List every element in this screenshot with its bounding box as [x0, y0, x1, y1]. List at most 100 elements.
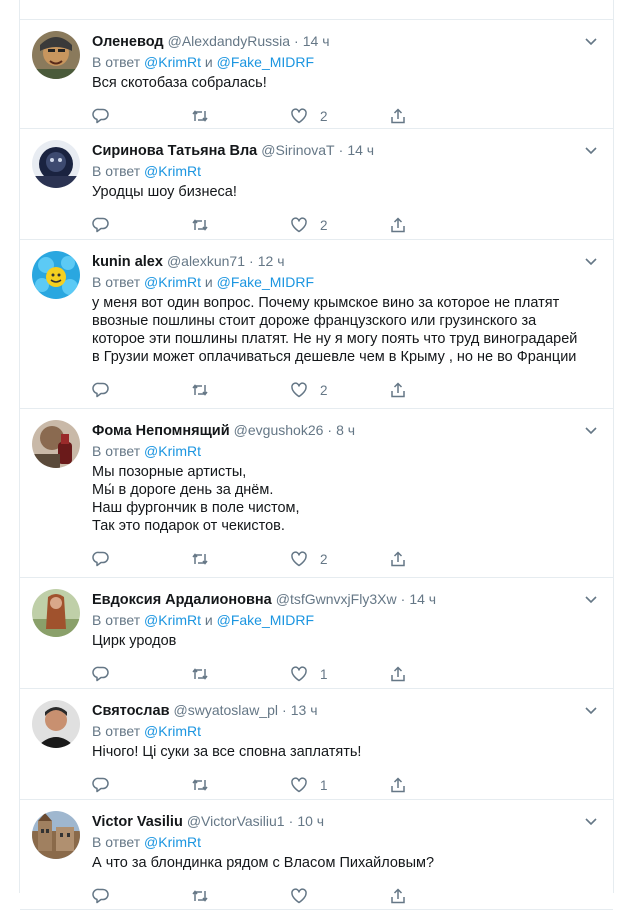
retweet-icon [192, 384, 208, 396]
share-button[interactable] [389, 380, 407, 400]
reply-mention[interactable]: @Fake_MIDRF [217, 612, 314, 628]
author-name[interactable]: kunin alex [92, 254, 163, 270]
like-count: 2 [320, 217, 328, 233]
author-handle[interactable]: @swyatoslaw_pl [174, 702, 278, 718]
like-count: 1 [320, 666, 328, 682]
author-handle[interactable]: @SirinovaT [261, 142, 334, 158]
reply-mention[interactable]: @Fake_MIDRF [217, 54, 314, 70]
chevron-down-icon[interactable] [583, 591, 599, 607]
author-name[interactable]: Оленевод [92, 34, 164, 50]
avatar[interactable] [32, 700, 80, 748]
tweet-actions: 2 [92, 545, 597, 579]
retweet-button[interactable] [191, 549, 209, 569]
tweet-time[interactable]: 13 ч [291, 702, 318, 718]
chevron-down-icon[interactable] [583, 33, 599, 49]
tweet-header: Сиринова Татьяна Вла @SirinovaT · 14 ч [92, 141, 597, 159]
reply-context: В ответ @KrimRt и @Fake_MIDRF [92, 53, 597, 71]
author-handle[interactable]: @evgushok26 [234, 422, 324, 438]
reply-button[interactable] [92, 380, 110, 400]
tweet-item[interactable]: kunin alex @alexkun71 · 12 ч В ответ @Kr… [20, 240, 613, 409]
share-icon [391, 382, 405, 398]
retweet-button[interactable] [191, 380, 209, 400]
retweet-button[interactable] [191, 106, 209, 126]
tweet-time[interactable]: 12 ч [258, 253, 285, 269]
tweet-item[interactable]: Фома Непомнящий @evgushok26 · 8 ч В отве… [20, 409, 613, 578]
author-handle[interactable]: @alexkun71 [167, 253, 245, 269]
reply-prefix: В ответ [92, 54, 141, 70]
chevron-down-icon[interactable] [583, 253, 599, 269]
like-button[interactable]: 2 [290, 106, 328, 126]
avatar[interactable] [32, 251, 80, 299]
share-button[interactable] [389, 549, 407, 569]
avatar[interactable] [32, 140, 80, 188]
chevron-down-icon[interactable] [583, 702, 599, 718]
retweet-button[interactable] [191, 775, 209, 795]
share-icon [391, 217, 405, 233]
like-button[interactable]: 2 [290, 380, 328, 400]
reply-mention[interactable]: @KrimRt [144, 612, 201, 628]
chevron-down-icon[interactable] [583, 813, 599, 829]
tweet-header: Евдоксия Ардалионовна @tsfGwnvxjFly3Xw ·… [92, 590, 597, 608]
like-button[interactable]: 1 [290, 775, 328, 795]
tweet-item[interactable]: Евдоксия Ардалионовна @tsfGwnvxjFly3Xw ·… [20, 578, 613, 689]
reply-button[interactable] [92, 664, 110, 684]
chevron-down-icon[interactable] [583, 142, 599, 158]
share-button[interactable] [389, 106, 407, 126]
reply-mention[interactable]: @KrimRt [144, 54, 201, 70]
reply-button[interactable] [92, 106, 110, 126]
author-handle[interactable]: @VictorVasiliu1 [187, 813, 285, 829]
reply-icon [92, 382, 109, 398]
tweet-text: Нiчого! Цi суки за все сповна заплатять! [92, 744, 362, 760]
like-button[interactable] [290, 886, 320, 906]
tweet-time[interactable]: 14 ч [409, 591, 436, 607]
retweet-icon [192, 668, 208, 680]
like-count: 2 [320, 382, 328, 398]
tweet-time[interactable]: 14 ч [303, 33, 330, 49]
author-name[interactable]: Святослав [92, 703, 169, 719]
reply-mention[interactable]: @KrimRt [144, 274, 201, 290]
author-name[interactable]: Victor Vasiliu [92, 814, 183, 830]
avatar[interactable] [32, 811, 80, 859]
share-button[interactable] [389, 215, 407, 235]
tweet-item[interactable]: Victor Vasiliu @VictorVasiliu1 · 10 ч В … [20, 800, 613, 910]
share-button[interactable] [389, 664, 407, 684]
tweet-time[interactable]: 8 ч [336, 422, 355, 438]
author-handle[interactable]: @AlexdandyRussia [168, 33, 290, 49]
heart-icon [291, 108, 307, 124]
retweet-button[interactable] [191, 215, 209, 235]
reply-mention[interactable]: @KrimRt [144, 723, 201, 739]
tweet-item[interactable]: Святослав @swyatoslaw_pl · 13 ч В ответ … [20, 689, 613, 800]
share-button[interactable] [389, 775, 407, 795]
tweet-actions: 2 [92, 376, 597, 410]
tweet-item[interactable]: Оленевод @AlexdandyRussia · 14 ч В ответ… [20, 20, 613, 129]
reply-button[interactable] [92, 775, 110, 795]
author-name[interactable]: Фома Непомнящий [92, 423, 230, 439]
tweet-time[interactable]: 14 ч [347, 142, 374, 158]
like-button[interactable]: 2 [290, 215, 328, 235]
tweet-item[interactable]: Сиринова Татьяна Вла @SirinovaT · 14 ч В… [20, 129, 613, 240]
reply-button[interactable] [92, 549, 110, 569]
reply-mention[interactable]: @KrimRt [144, 443, 201, 459]
author-name[interactable]: Сиринова Татьяна Вла [92, 143, 257, 159]
reply-mention[interactable]: @KrimRt [144, 163, 201, 179]
reply-mention[interactable]: @KrimRt [144, 834, 201, 850]
avatar[interactable] [32, 589, 80, 637]
chevron-down-icon[interactable] [583, 422, 599, 438]
reply-button[interactable] [92, 886, 110, 906]
avatar[interactable] [32, 420, 80, 468]
author-name[interactable]: Евдоксия Ардалионовна [92, 592, 272, 608]
share-button[interactable] [389, 886, 407, 906]
tweet-header: Оленевод @AlexdandyRussia · 14 ч [92, 32, 597, 50]
reply-icon [92, 551, 109, 567]
tweet-text: у меня вот один вопрос. Почему крымское … [92, 295, 578, 365]
avatar[interactable] [32, 31, 80, 79]
retweet-button[interactable] [191, 664, 209, 684]
retweet-button[interactable] [191, 886, 209, 906]
author-handle[interactable]: @tsfGwnvxjFly3Xw [276, 591, 397, 607]
like-button[interactable]: 2 [290, 549, 328, 569]
reply-mention[interactable]: @Fake_MIDRF [217, 274, 314, 290]
like-button[interactable]: 1 [290, 664, 328, 684]
tweet-time[interactable]: 10 ч [297, 813, 324, 829]
reply-button[interactable] [92, 215, 110, 235]
reply-and: и [204, 612, 213, 628]
